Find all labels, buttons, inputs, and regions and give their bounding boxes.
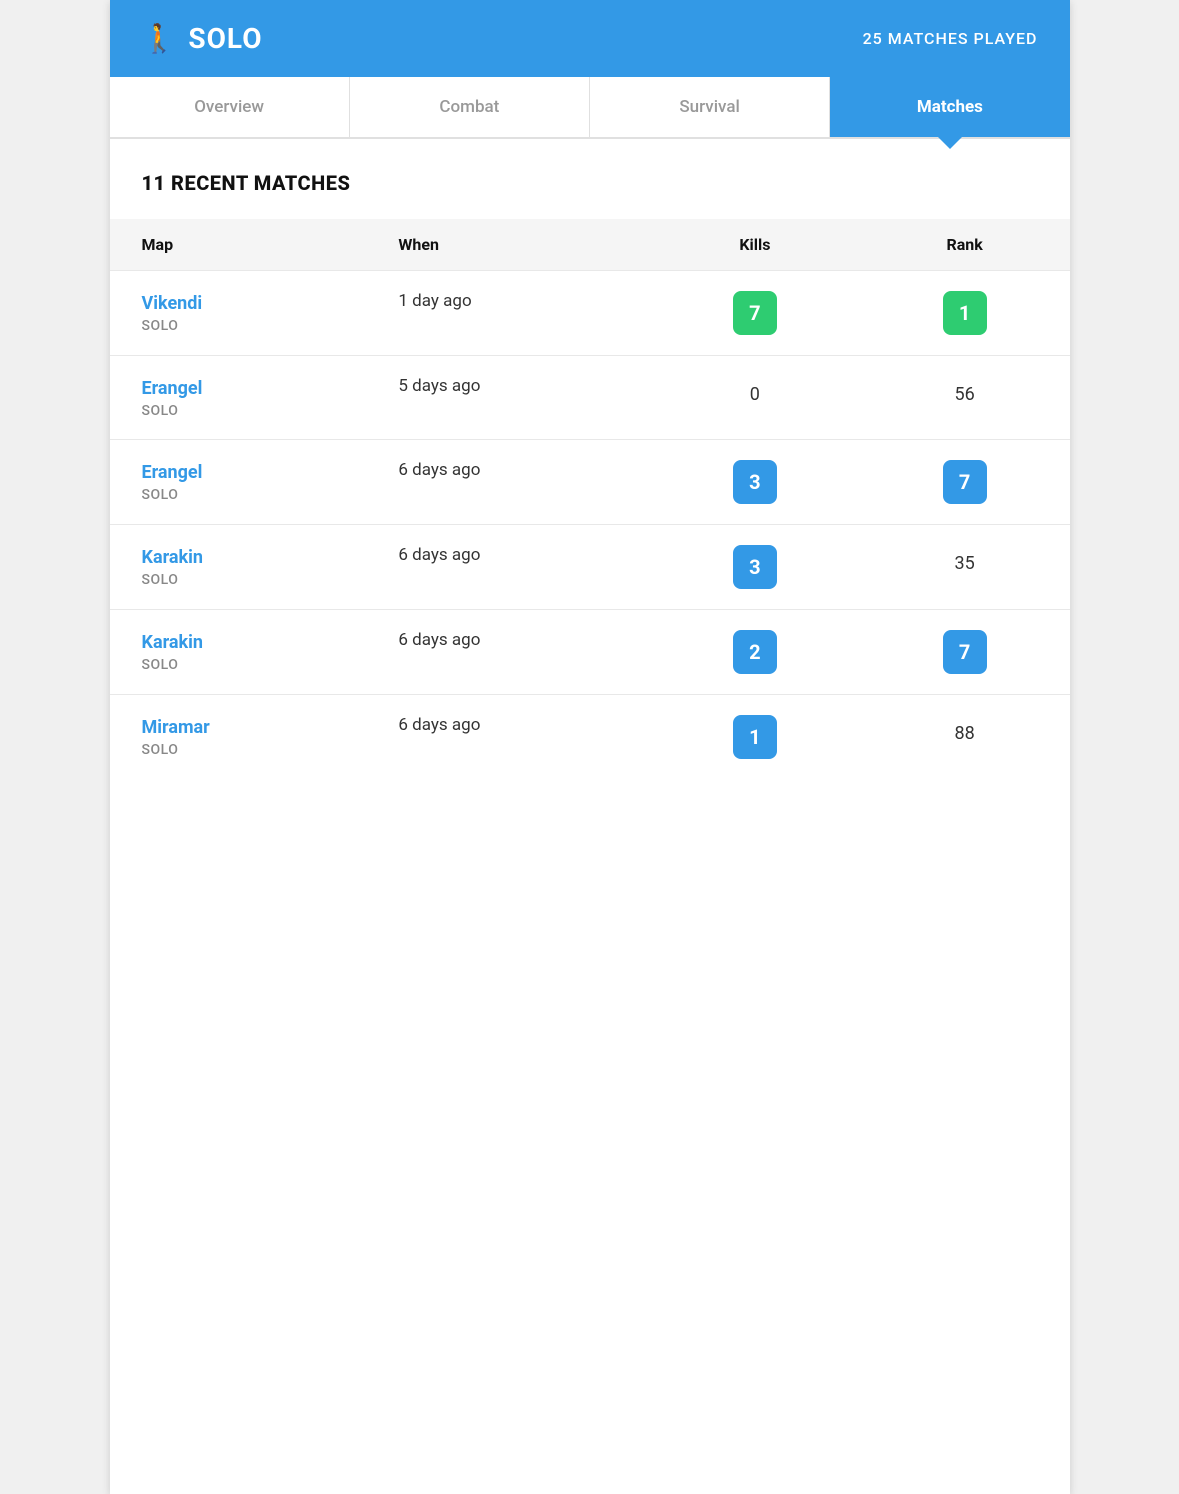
match-map-cell: Erangel SOLO — [110, 356, 367, 440]
match-when: 6 days ago — [398, 626, 480, 650]
table-row: Vikendi SOLO 1 day ago 7 1 — [110, 271, 1070, 356]
match-map-cell: Karakin SOLO — [110, 610, 367, 695]
rank-value: 56 — [955, 376, 975, 405]
match-mode: SOLO — [142, 403, 335, 419]
tab-survival[interactable]: Survival — [590, 77, 830, 137]
match-when: 1 day ago — [398, 287, 471, 311]
match-kills-cell: 3 — [650, 525, 860, 610]
matches-played-count: 25 MATCHES PLAYED — [863, 29, 1038, 48]
tab-combat[interactable]: Combat — [350, 77, 590, 137]
col-header-map: Map — [110, 219, 367, 271]
solo-icon: 🚶 — [142, 22, 177, 55]
match-when: 6 days ago — [398, 711, 480, 735]
match-mode: SOLO — [142, 657, 335, 673]
matches-table: Map When Kills Rank Vikendi SOLO — [110, 219, 1070, 771]
match-mode: SOLO — [142, 572, 335, 588]
match-when: 6 days ago — [398, 456, 480, 480]
match-map-cell: Vikendi SOLO — [110, 271, 367, 356]
section-title: 11 RECENT MATCHES — [110, 171, 1070, 219]
kills-badge: 2 — [733, 630, 777, 674]
match-mode: SOLO — [142, 742, 335, 758]
match-map-cell: Miramar SOLO — [110, 695, 367, 772]
match-rank-cell: 35 — [860, 525, 1070, 610]
rank-value: 88 — [955, 715, 975, 744]
rank-badge: 7 — [943, 630, 987, 674]
tab-matches[interactable]: Matches — [830, 77, 1069, 137]
match-kills-cell: 2 — [650, 610, 860, 695]
map-name-vikendi[interactable]: Vikendi — [142, 291, 335, 316]
match-when: 6 days ago — [398, 541, 480, 565]
match-mode: SOLO — [142, 318, 335, 334]
match-rank-cell: 88 — [860, 695, 1070, 772]
match-map-cell: Erangel SOLO — [110, 440, 367, 525]
match-when: 5 days ago — [398, 372, 480, 396]
col-header-rank: Rank — [860, 219, 1070, 271]
table-row: Erangel SOLO 6 days ago 3 7 — [110, 440, 1070, 525]
header-left: 🚶 SOLO — [142, 22, 263, 55]
match-when-cell: 6 days ago — [366, 610, 650, 695]
kills-badge: 1 — [733, 715, 777, 759]
content-area: 11 RECENT MATCHES Map When Kills Rank Vi… — [110, 139, 1070, 771]
match-kills-cell: 7 — [650, 271, 860, 356]
header-title: SOLO — [188, 22, 262, 55]
match-rank-cell: 1 — [860, 271, 1070, 356]
match-map-cell: Karakin SOLO — [110, 525, 367, 610]
match-rank-cell: 56 — [860, 356, 1070, 440]
table-row: Karakin SOLO 6 days ago 3 35 — [110, 525, 1070, 610]
map-name-miramar[interactable]: Miramar — [142, 715, 335, 740]
map-name-erangel-1[interactable]: Erangel — [142, 376, 335, 401]
rank-value: 35 — [955, 545, 975, 574]
col-header-kills: Kills — [650, 219, 860, 271]
table-row: Karakin SOLO 6 days ago 2 7 — [110, 610, 1070, 695]
table-header-row: Map When Kills Rank — [110, 219, 1070, 271]
kills-badge: 7 — [733, 291, 777, 335]
kills-badge: 3 — [733, 545, 777, 589]
rank-badge: 1 — [943, 291, 987, 335]
match-when-cell: 5 days ago — [366, 356, 650, 440]
header: 🚶 SOLO 25 MATCHES PLAYED — [110, 0, 1070, 77]
kills-badge: 3 — [733, 460, 777, 504]
match-kills-cell: 1 — [650, 695, 860, 772]
match-when-cell: 6 days ago — [366, 440, 650, 525]
matches-table-wrapper: Map When Kills Rank Vikendi SOLO — [110, 219, 1070, 771]
app-container: 🚶 SOLO 25 MATCHES PLAYED Overview Combat… — [110, 0, 1070, 1494]
map-name-karakin-2[interactable]: Karakin — [142, 630, 335, 655]
match-mode: SOLO — [142, 487, 335, 503]
match-kills-cell: 0 — [650, 356, 860, 440]
table-row: Erangel SOLO 5 days ago 0 56 — [110, 356, 1070, 440]
tab-overview[interactable]: Overview — [110, 77, 350, 137]
rank-badge: 7 — [943, 460, 987, 504]
match-when-cell: 6 days ago — [366, 525, 650, 610]
match-when-cell: 1 day ago — [366, 271, 650, 356]
map-name-karakin-1[interactable]: Karakin — [142, 545, 335, 570]
kills-value: 0 — [750, 376, 760, 405]
table-row: Miramar SOLO 6 days ago 1 88 — [110, 695, 1070, 772]
tabs-container: Overview Combat Survival Matches — [110, 77, 1070, 139]
match-when-cell: 6 days ago — [366, 695, 650, 772]
map-name-erangel-2[interactable]: Erangel — [142, 460, 335, 485]
match-rank-cell: 7 — [860, 610, 1070, 695]
match-rank-cell: 7 — [860, 440, 1070, 525]
match-kills-cell: 3 — [650, 440, 860, 525]
col-header-when: When — [366, 219, 650, 271]
